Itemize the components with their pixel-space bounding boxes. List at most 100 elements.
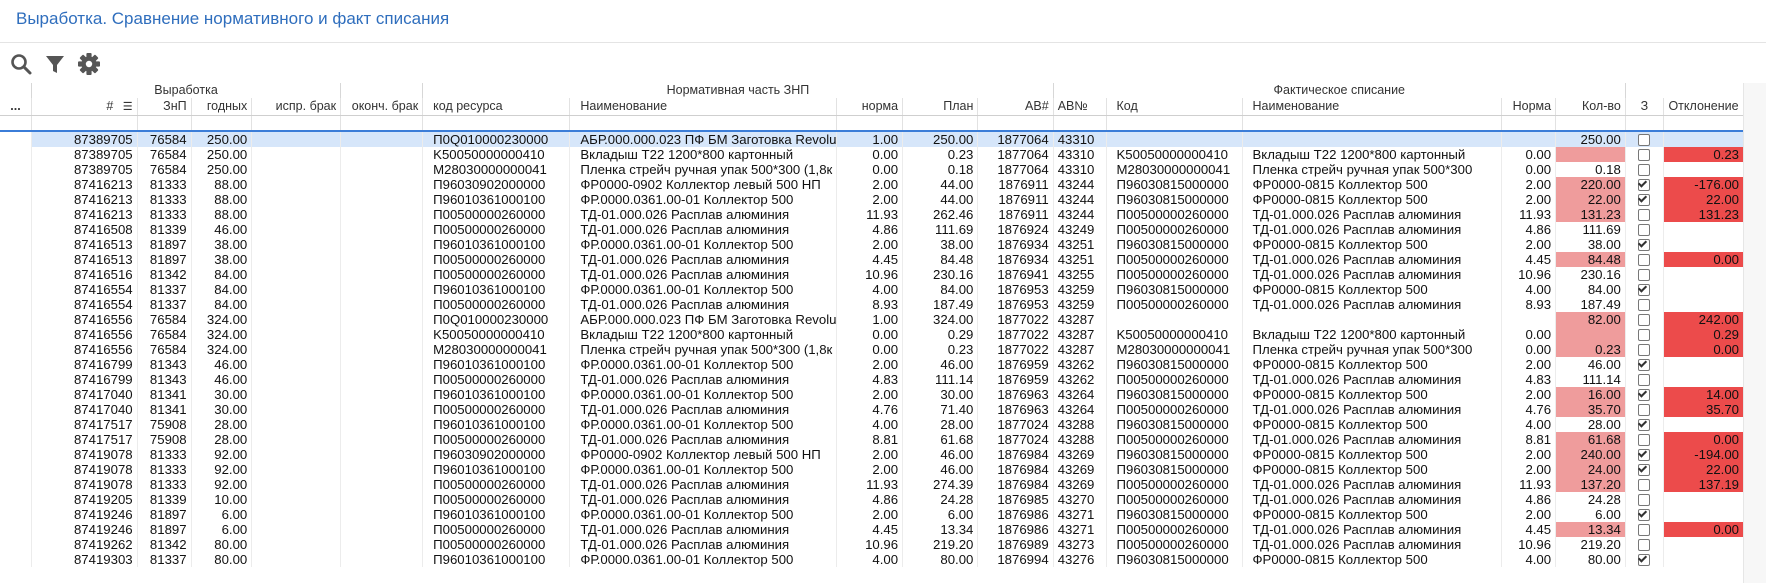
row-checkbox[interactable]: [1638, 463, 1651, 476]
row-checkbox-cell[interactable]: [1625, 432, 1665, 447]
table-row[interactable]: 87417517 75908 28.00 П96010361000100 ФР.0000…: [0, 417, 1744, 432]
col-header-fact-norm[interactable]: Норма: [1501, 98, 1557, 116]
table-row[interactable]: 87416799 81343 46.00 П00500000260000 ТД-01.0…: [0, 372, 1744, 387]
table-row[interactable]: 87419246 81897 6.00 П00500000260000 ТД-01.00…: [0, 522, 1744, 537]
row-checkbox-cell[interactable]: [1625, 192, 1665, 207]
row-checkbox-cell[interactable]: [1625, 131, 1665, 147]
col-header-deviation[interactable]: Отклонение: [1663, 98, 1744, 116]
table-row[interactable]: 87416554 81337 84.00 П96010361000100 ФР.0000…: [0, 282, 1744, 297]
row-checkbox[interactable]: [1638, 403, 1651, 416]
row-checkbox-cell[interactable]: [1625, 402, 1665, 417]
row-checkbox[interactable]: [1638, 193, 1651, 206]
table-row[interactable]: 87419078 81333 92.00 П00500000260000 ТД-01.0…: [0, 477, 1744, 492]
table-row[interactable]: 87416554 81337 84.00 П00500000260000 ТД-01.0…: [0, 297, 1744, 312]
col-header-av-hash[interactable]: АВ#: [977, 98, 1054, 116]
col-header-number[interactable]: # ☰: [31, 98, 138, 116]
table-row[interactable]: 87416213 81333 88.00 П00500000260000 ТД-01.0…: [0, 207, 1744, 222]
grid-menu-button[interactable]: ...: [0, 98, 32, 116]
row-checkbox[interactable]: [1638, 478, 1651, 491]
row-checkbox[interactable]: [1638, 538, 1651, 551]
row-checkbox[interactable]: [1638, 238, 1651, 251]
row-checkbox[interactable]: [1638, 268, 1651, 281]
col-header-fixable-defect[interactable]: испр. брак: [251, 98, 342, 116]
table-row[interactable]: 87417517 75908 28.00 П00500000260000 ТД-01.0…: [0, 432, 1744, 447]
table-row[interactable]: 87417040 81341 30.00 П00500000260000 ТД-01.0…: [0, 402, 1744, 417]
table-row[interactable]: 87416513 81897 38.00 П00500000260000 ТД-01.0…: [0, 252, 1744, 267]
row-checkbox[interactable]: [1638, 148, 1651, 161]
row-checkbox-cell[interactable]: [1625, 237, 1665, 252]
row-checkbox-cell[interactable]: [1625, 477, 1665, 492]
row-checkbox[interactable]: [1638, 418, 1651, 431]
row-checkbox[interactable]: [1638, 223, 1651, 236]
row-checkbox-cell[interactable]: [1625, 552, 1665, 567]
table-row[interactable]: 87419078 81333 92.00 П96010361000100 ФР.0000…: [0, 462, 1744, 477]
table-row[interactable]: 87416513 81897 38.00 П96010361000100 ФР.0000…: [0, 237, 1744, 252]
row-checkbox[interactable]: [1638, 493, 1651, 506]
col-header-norm[interactable]: норма: [836, 98, 904, 116]
col-header-qty[interactable]: Кол-во: [1555, 98, 1626, 116]
row-checkbox[interactable]: [1638, 133, 1651, 146]
row-checkbox[interactable]: [1638, 298, 1651, 311]
row-checkbox-cell[interactable]: [1625, 207, 1665, 222]
table-row[interactable]: 87389705 76584 250.00 M28030000000041 Пленка…: [0, 162, 1744, 177]
row-checkbox[interactable]: [1638, 508, 1651, 521]
col-header-av-no[interactable]: АВ№: [1053, 98, 1107, 116]
row-checkbox-cell[interactable]: [1625, 312, 1665, 327]
col-header-good[interactable]: годных: [191, 98, 253, 116]
row-checkbox-cell[interactable]: [1625, 387, 1665, 402]
row-checkbox-cell[interactable]: [1625, 282, 1665, 297]
row-checkbox-cell[interactable]: [1625, 267, 1665, 282]
search-button[interactable]: [9, 52, 35, 78]
row-checkbox-cell[interactable]: [1625, 507, 1665, 522]
row-checkbox-cell[interactable]: [1625, 537, 1665, 552]
vertical-scrollbar[interactable]: [1743, 83, 1766, 583]
row-checkbox-cell[interactable]: [1625, 327, 1665, 342]
filter-button[interactable]: [43, 52, 69, 78]
row-checkbox-cell[interactable]: [1625, 147, 1665, 162]
row-checkbox[interactable]: [1638, 433, 1651, 446]
col-header-final-defect[interactable]: оконч. брак: [340, 98, 424, 116]
col-header-znp[interactable]: ЗнП: [137, 98, 192, 116]
row-checkbox[interactable]: [1638, 253, 1651, 266]
row-checkbox-cell[interactable]: [1625, 252, 1665, 267]
table-row[interactable]: 87416516 81342 84.00 П00500000260000 ТД-01.0…: [0, 267, 1744, 282]
col-header-resource-code[interactable]: код ресурса: [422, 98, 571, 116]
col-header-name[interactable]: Наименование: [569, 98, 837, 116]
table-row[interactable]: 87419078 81333 92.00 П96030902000000 ФР0000-…: [0, 447, 1744, 462]
col-header-z[interactable]: З: [1625, 98, 1665, 116]
table-row[interactable]: 87416556 76584 324.00 K50050000000410 Вклад…: [0, 327, 1744, 342]
table-row[interactable]: 87416556 76584 324.00 П0Q010000230000 АБР.00…: [0, 312, 1744, 327]
row-checkbox[interactable]: [1638, 388, 1651, 401]
row-checkbox[interactable]: [1638, 343, 1651, 356]
table-row[interactable]: 87416556 76584 324.00 M28030000000041 Пленка…: [0, 342, 1744, 357]
row-checkbox[interactable]: [1638, 178, 1651, 191]
row-checkbox-cell[interactable]: [1625, 357, 1665, 372]
row-checkbox-cell[interactable]: [1625, 162, 1665, 177]
col-header-plan[interactable]: План: [902, 98, 979, 116]
settings-button[interactable]: [77, 52, 103, 78]
row-checkbox-cell[interactable]: [1625, 417, 1665, 432]
row-checkbox-cell[interactable]: [1625, 222, 1665, 237]
row-checkbox[interactable]: [1638, 373, 1651, 386]
row-checkbox-cell[interactable]: [1625, 462, 1665, 477]
row-checkbox[interactable]: [1638, 358, 1651, 371]
row-checkbox-cell[interactable]: [1625, 297, 1665, 312]
row-checkbox-cell[interactable]: [1625, 342, 1665, 357]
table-row[interactable]: 87389705 76584 250.00 K50050000000410 Вклад…: [0, 147, 1744, 162]
row-checkbox-cell[interactable]: [1625, 177, 1665, 192]
row-checkbox[interactable]: [1638, 328, 1651, 341]
table-row[interactable]: 87389705 76584 250.00 П0Q010000230000 АБР.00…: [0, 131, 1744, 147]
table-row[interactable]: 87416213 81333 88.00 П96030902000000 ФР0000-…: [0, 177, 1744, 192]
row-checkbox-cell[interactable]: [1625, 447, 1665, 462]
row-checkbox[interactable]: [1638, 163, 1651, 176]
table-row[interactable]: 87417040 81341 30.00 П96010361000100 ФР.0000…: [0, 387, 1744, 402]
table-row[interactable]: 87419246 81897 6.00 П96010361000100 ФР.0000.…: [0, 507, 1744, 522]
row-checkbox[interactable]: [1638, 283, 1651, 296]
table-row[interactable]: 87416213 81333 88.00 П96010361000100 ФР.0000…: [0, 192, 1744, 207]
table-row[interactable]: 87419303 81337 80.00 П96010361000100 ФР.0000…: [0, 552, 1744, 567]
row-checkbox[interactable]: [1638, 523, 1651, 536]
row-checkbox-cell[interactable]: [1625, 522, 1665, 537]
col-header-fact-code[interactable]: Код: [1106, 98, 1243, 116]
row-checkbox[interactable]: [1638, 313, 1651, 326]
row-checkbox[interactable]: [1638, 208, 1651, 221]
